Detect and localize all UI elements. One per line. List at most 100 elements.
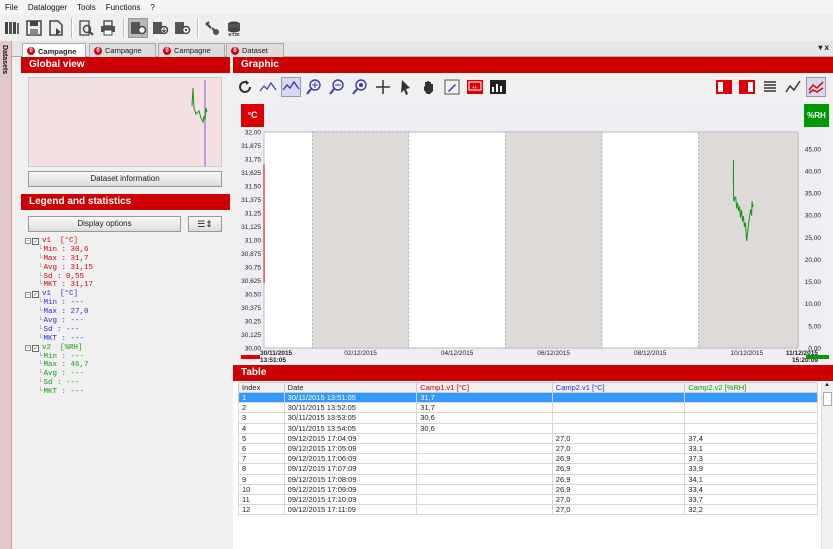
scroll-up-icon[interactable]: ▲: [824, 382, 830, 388]
dataset-information-button[interactable]: Dataset information: [28, 171, 222, 187]
legend-stat-row: Sd : ---: [25, 379, 225, 388]
left-panel: Global view Dataset information Legend a…: [21, 57, 230, 549]
series-visibility-checkbox[interactable]: ✓: [32, 291, 39, 299]
right-axis-scroll-indicator[interactable]: [806, 355, 829, 359]
table-cell: 12: [238, 504, 285, 516]
table-cell: 09/12/2015 17:04:09: [283, 432, 418, 444]
table-column-header[interactable]: Date: [283, 382, 418, 393]
legend-stat-row: Avg : ---: [25, 317, 225, 326]
x-tick-label: 08/12/2015: [634, 350, 667, 357]
table-cell: [416, 473, 553, 485]
logger-settings-icon[interactable]: [172, 18, 192, 38]
table-row[interactable]: 7 09/12/2015 17:06:09 26,9 37,3: [238, 453, 818, 465]
series-visibility-checkbox[interactable]: ✓: [32, 344, 39, 352]
table-cell: 34,1: [684, 473, 818, 485]
table-column-header[interactable]: Index: [238, 382, 285, 393]
table-cell: 7: [238, 453, 285, 465]
toolbar-separator: [197, 17, 199, 38]
legend-stat-row: MKT : ---: [25, 388, 225, 397]
tab-dataset[interactable]: 0 Dataset: [226, 43, 284, 57]
left-axis-scroll-indicator[interactable]: [241, 355, 260, 359]
x-tick-label: 02/12/2015: [344, 350, 377, 357]
table-column-header[interactable]: Camp2.v2 [%RH]: [684, 382, 818, 393]
table-row[interactable]: 5 09/12/2015 17:04:09 27,0 37,4: [238, 432, 818, 444]
main-toolbar: KT20: [0, 14, 833, 41]
table-cell: [551, 422, 686, 434]
table-row[interactable]: 8 09/12/2015 17:07:09 26,9 33,9: [238, 463, 818, 475]
export-icon[interactable]: [46, 18, 66, 38]
table-row[interactable]: 12 09/12/2015 17:11:09 27,0 32,2: [238, 504, 818, 516]
y-left-tick-label: 31,50: [245, 184, 262, 191]
tab-row: 0 Campagne 0 Campagne 0 Campagne 0 Dataset ▾…: [0, 41, 833, 58]
datasets-side-tab[interactable]: Datasets: [0, 41, 12, 549]
tab-campagne-1[interactable]: 0 Campagne: [22, 43, 86, 58]
table-cell: 8: [238, 463, 285, 475]
logger-config-icon[interactable]: [128, 17, 148, 38]
table-row[interactable]: 4 30/11/2015 13:54:05 30,6: [238, 422, 818, 434]
legend-stat-row: Max : 46,7: [25, 361, 225, 370]
menu-functions[interactable]: Functions: [101, 3, 146, 12]
legend-stat-row: Max : 27,0: [25, 308, 225, 317]
collapse-icon[interactable]: −: [25, 238, 31, 245]
legend-series-row[interactable]: − ✓ v2 [%RH]: [25, 344, 225, 353]
table-cell: 09/12/2015 17:05:09: [283, 442, 418, 455]
legend-stat-row: Sd : ---: [25, 326, 225, 335]
weekend-band: [311, 131, 410, 349]
table-panel: Table Index Date Camp1.v1 [°C] Camp2.v1 [°C…: [233, 365, 833, 549]
weekend-band: [698, 131, 799, 349]
table-cell: [416, 493, 553, 506]
scrollbar-thumb[interactable]: [823, 392, 832, 406]
menu-file[interactable]: File: [0, 3, 23, 12]
display-options-button[interactable]: Display options: [28, 216, 181, 232]
table-cell: [684, 402, 818, 414]
global-view-overview[interactable]: [28, 77, 222, 167]
legend-sort-icon[interactable]: ☰⇕: [188, 216, 222, 232]
table-cell: [684, 391, 818, 404]
menu-help[interactable]: ?: [145, 3, 159, 12]
table-scrollbar[interactable]: ▲: [821, 382, 833, 549]
legend-series-row[interactable]: − ✓ v1 [°C]: [25, 237, 225, 246]
menu-datalogger[interactable]: Datalogger: [23, 3, 72, 12]
table-cell: 09/12/2015 17:11:09: [283, 504, 418, 516]
table-cell: 26,9: [551, 473, 686, 485]
legend-stat-row: Min : 30,6: [25, 246, 225, 255]
save-icon[interactable]: [24, 18, 44, 38]
table-row[interactable]: 2 30/11/2015 13:52:05 31,7: [238, 402, 818, 414]
y-left-tick-label: 31,75: [245, 157, 262, 164]
legend-stat-row: Min : ---: [25, 353, 225, 362]
table-row[interactable]: 1 30/11/2015 13:51:05 31,7: [238, 391, 818, 404]
table-column-header[interactable]: Camp2.v1 [°C]: [551, 382, 686, 393]
table-column-header[interactable]: Camp1.v1 [°C]: [416, 382, 553, 393]
table-cell: 3: [238, 412, 285, 424]
table-row[interactable]: 9 09/12/2015 17:08:09 26,9 34,1: [238, 473, 818, 485]
library-icon[interactable]: [2, 18, 22, 38]
tab-menu-close-icon[interactable]: ▾ x: [818, 43, 829, 52]
menu-tools[interactable]: Tools: [72, 3, 101, 12]
tools-icon[interactable]: [202, 18, 222, 38]
collapse-icon[interactable]: −: [25, 291, 31, 298]
table-cell: 37,4: [684, 432, 818, 444]
x-tick-label: 06/12/2015: [537, 350, 570, 357]
y-left-tick-label: 30,25: [245, 319, 262, 326]
legend-stat-row: Max : 31,7: [25, 255, 225, 264]
preview-icon[interactable]: [76, 18, 96, 38]
y-right-tick-label: 5,00: [808, 323, 821, 330]
table-row[interactable]: 11 09/12/2015 17:10:09 27,0 33,7: [238, 493, 818, 506]
table-row[interactable]: 10 09/12/2015 17:09:09 26,9 33,4: [238, 483, 818, 495]
y-right-tick-label: 15,00: [805, 279, 822, 286]
print-icon[interactable]: [98, 18, 118, 38]
legend-header: Legend and statistics: [21, 194, 230, 210]
legend-series-row[interactable]: − ✓ v1 [°C]: [25, 290, 225, 299]
dataset-tab-icon: 0: [163, 46, 171, 55]
table-row[interactable]: 6 09/12/2015 17:05:09 27,0 33,1: [238, 442, 818, 455]
table-cell: 30/11/2015 13:51:05: [283, 391, 418, 404]
table-row[interactable]: 3 30/11/2015 13:53:05 30,6: [238, 412, 818, 424]
tab-campagne-2[interactable]: 0 Campagne: [89, 43, 156, 57]
kt20-icon[interactable]: KT20: [224, 18, 244, 38]
series-visibility-checkbox[interactable]: ✓: [32, 237, 39, 245]
logger-download-icon[interactable]: [150, 18, 170, 38]
y-left-tick-label: 31,125: [241, 224, 261, 231]
tab-campagne-3[interactable]: 0 Campagne: [158, 43, 225, 57]
collapse-icon[interactable]: −: [25, 345, 31, 352]
table-cell: [684, 422, 818, 434]
